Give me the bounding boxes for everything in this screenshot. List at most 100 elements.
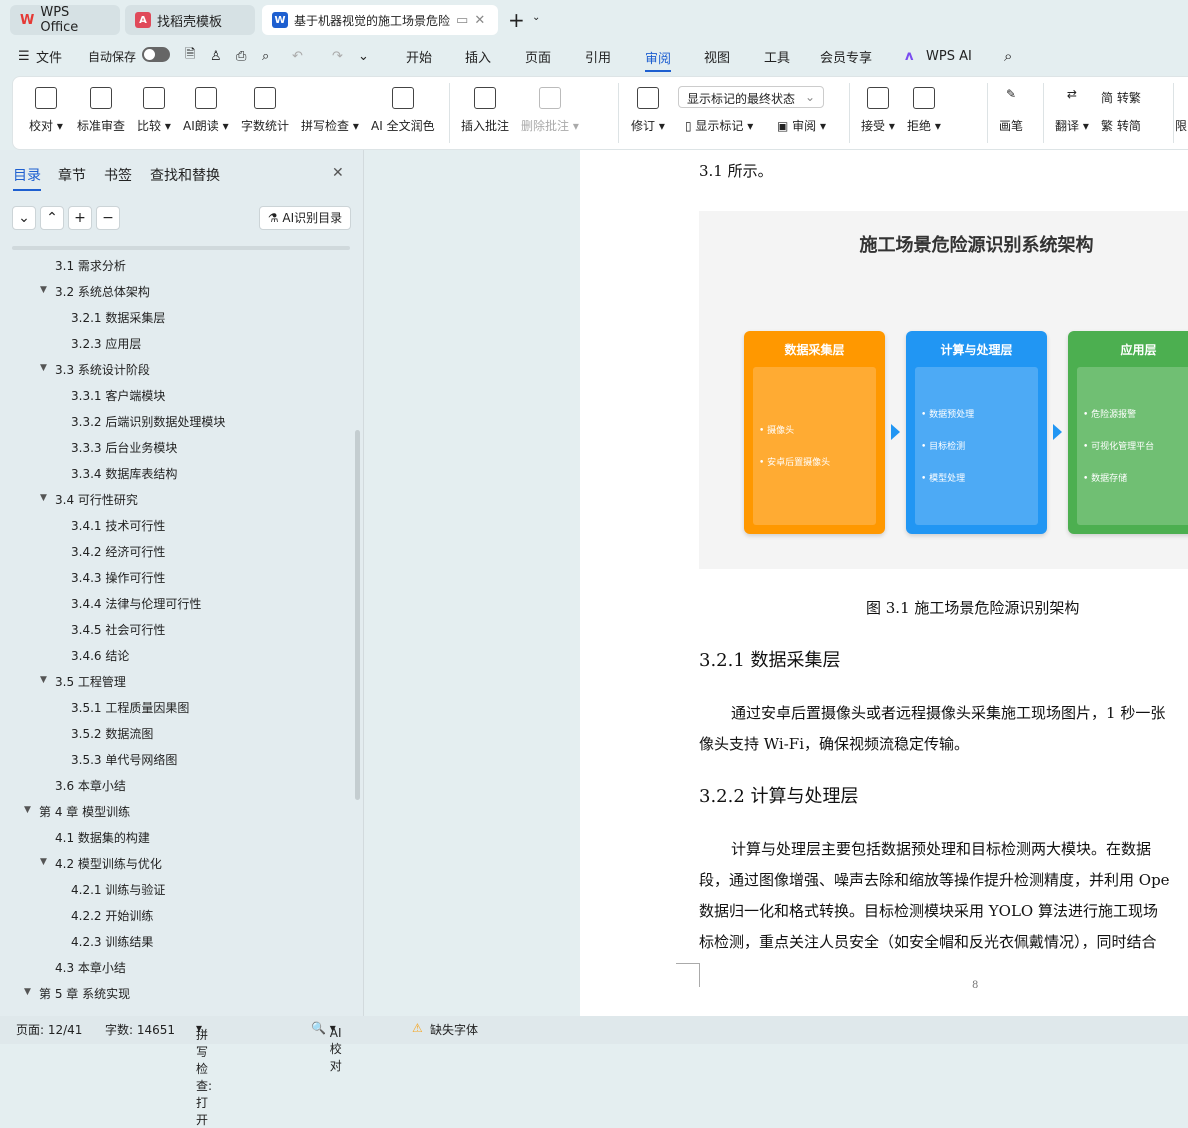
save-icon[interactable]: 🗎 [185, 45, 195, 67]
toc-item[interactable]: ▼ 第 4 章 模型训练 [24, 803, 130, 820]
spell-check-status[interactable]: 拼写检查: 打开 ▾ [196, 1021, 212, 1127]
toc-item[interactable]: 3.5.2 数据流图 [71, 725, 153, 742]
ai-polish-button[interactable]: AI 全文润色 [371, 87, 435, 134]
to-traditional-button[interactable]: 简 转繁 [1101, 89, 1141, 106]
collapse-up-button[interactable]: ⌃ [40, 206, 64, 230]
tab-wps-office[interactable]: W WPS Office [10, 5, 120, 35]
ai-read-button[interactable]: AI朗读 ▾ [183, 87, 229, 134]
menu-wps-ai[interactable]: WPS AI [926, 49, 972, 64]
menu-start[interactable]: 开始 [406, 47, 432, 66]
word-count-button[interactable]: 字数统计 [241, 87, 289, 134]
expand-arrow-icon[interactable]: ▼ [40, 363, 47, 373]
expand-arrow-icon[interactable]: ▼ [24, 805, 31, 815]
print-preview-icon[interactable]: ⌕ [262, 49, 269, 64]
expand-arrow-icon[interactable]: ▼ [40, 493, 47, 503]
toc-item[interactable]: 4.2.1 训练与验证 [71, 881, 165, 898]
toc-item[interactable]: 3.3.1 客户端模块 [71, 387, 165, 404]
ai-toc-button[interactable]: ⚗ AI识别目录 [259, 206, 351, 230]
tab-templates[interactable]: A 找稻壳模板 [125, 5, 255, 35]
spell-check-button[interactable]: 拼写检查 ▾ [301, 87, 359, 134]
proofread-button[interactable]: 校对 ▾ [29, 87, 63, 134]
chevron-down-icon[interactable]: ⌄ [532, 12, 540, 23]
tab-document[interactable]: W 基于机器视觉的施工场景危险 ▭ ✕ [262, 5, 498, 35]
toc-item[interactable]: 3.1 需求分析 [55, 257, 126, 274]
toc-item[interactable]: 4.1 数据集的构建 [55, 829, 150, 846]
tab-toc[interactable]: 目录 [13, 165, 41, 191]
ai-icon: ⚗ [267, 211, 279, 225]
search-icon[interactable]: ⌕ [1004, 47, 1012, 65]
print-icon[interactable]: ⎙ [236, 49, 246, 64]
toc-item[interactable]: ▼ 3.4 可行性研究 [40, 491, 138, 508]
format-painter-icon[interactable]: ♙ [210, 49, 222, 64]
reject-button[interactable]: 拒绝 ▾ [907, 87, 941, 134]
show-markup-button[interactable]: ▯ 显示标记 ▾ [685, 117, 753, 134]
page-indicator[interactable]: 页面: 12/41 [16, 1021, 82, 1038]
tab-chapters[interactable]: 章节 [58, 165, 86, 185]
menu-icon[interactable]: ☰ [18, 49, 30, 64]
remove-level-button[interactable]: − [96, 206, 120, 230]
review-pane-button[interactable]: ▣ 审阅 ▾ [777, 117, 826, 134]
expand-down-button[interactable]: ⌄ [12, 206, 36, 230]
expand-arrow-icon[interactable]: ▼ [40, 285, 47, 295]
toc-item[interactable]: 3.4.2 经济可行性 [71, 543, 165, 560]
toc-item[interactable]: 3.4.6 结论 [71, 647, 129, 664]
restrict-button[interactable]: 限 [1175, 117, 1187, 134]
toc-item[interactable]: ▼ 第 5 章 系统实现 [24, 985, 130, 1002]
toc-item[interactable]: 3.2.1 数据采集层 [71, 309, 165, 326]
word-count[interactable]: 字数: 14651 [105, 1021, 175, 1038]
accept-button[interactable]: 接受 ▾ [861, 87, 895, 134]
missing-font-status[interactable]: 缺失字体 [430, 1021, 478, 1038]
toc-item[interactable]: 4.2.2 开始训练 [71, 907, 153, 924]
toc-item[interactable]: ▼ 3.2 系统总体架构 [40, 283, 150, 300]
toc-item[interactable]: 4.3 本章小结 [55, 959, 126, 976]
tab-find-replace[interactable]: 查找和替换 [150, 165, 220, 185]
toc-item[interactable]: 3.4.4 法律与伦理可行性 [71, 595, 201, 612]
undo-icon[interactable]: ↶ [292, 49, 303, 64]
pen-button[interactable]: ✎ 画笔 [999, 87, 1023, 134]
menu-insert[interactable]: 插入 [465, 47, 491, 66]
menu-review[interactable]: 审阅 [645, 48, 672, 72]
redo-icon[interactable]: ↷ [332, 49, 343, 64]
to-simplified-button[interactable]: 繁 转简 [1101, 117, 1141, 134]
toc-item[interactable]: 3.4.1 技术可行性 [71, 517, 165, 534]
toc-item[interactable]: 3.2.3 应用层 [71, 335, 141, 352]
expand-arrow-icon[interactable]: ▼ [24, 987, 31, 997]
ai-proofread-status[interactable]: 🔍 AI 校对 ▾ [311, 1021, 342, 1073]
autosave-toggle[interactable] [142, 47, 170, 62]
expand-arrow-icon[interactable]: ▼ [40, 857, 47, 867]
track-changes-button[interactable]: 修订 ▾ [631, 87, 665, 134]
sidebar-scrollbar[interactable] [355, 430, 360, 800]
markup-state-select[interactable]: 显示标记的最终状态 ⌄ [678, 86, 824, 108]
toc-item[interactable]: ▼ 3.3 系统设计阶段 [40, 361, 150, 378]
file-menu[interactable]: 文件 [36, 47, 62, 66]
delete-comment-button[interactable]: 删除批注 ▾ [521, 87, 579, 134]
toc-item[interactable]: ▼ 4.2 模型训练与优化 [40, 855, 162, 872]
expand-arrow-icon[interactable]: ▼ [40, 675, 47, 685]
add-level-button[interactable]: + [68, 206, 92, 230]
new-tab-icon[interactable]: + [508, 8, 525, 32]
menu-view[interactable]: 视图 [704, 47, 730, 66]
compare-button[interactable]: 比较 ▾ [137, 87, 171, 134]
monitor-icon[interactable]: ▭ [456, 13, 468, 28]
standard-review-button[interactable]: 标准审查 [77, 87, 125, 134]
menu-tools[interactable]: 工具 [764, 47, 790, 66]
toc-item[interactable]: 3.5.3 单代号网络图 [71, 751, 177, 768]
toc-item[interactable]: 3.4.5 社会可行性 [71, 621, 165, 638]
translate-button[interactable]: ⇄ 翻译 ▾ [1055, 87, 1089, 134]
menu-page[interactable]: 页面 [525, 47, 551, 66]
menu-references[interactable]: 引用 [585, 47, 611, 66]
close-icon[interactable]: ✕ [332, 165, 344, 181]
toc-item[interactable]: ▼ 3.5 工程管理 [40, 673, 126, 690]
toc-item[interactable]: 3.4.3 操作可行性 [71, 569, 165, 586]
toc-item[interactable]: 3.3.2 后端识别数据处理模块 [71, 413, 225, 430]
toc-item[interactable]: 3.5.1 工程质量因果图 [71, 699, 189, 716]
toc-item[interactable]: 3.6 本章小结 [55, 777, 126, 794]
toc-item[interactable]: 3.3.3 后台业务模块 [71, 439, 177, 456]
toc-item[interactable]: 3.3.4 数据库表结构 [71, 465, 177, 482]
tab-bookmarks[interactable]: 书签 [104, 165, 132, 185]
more-chevron-icon[interactable]: ⌄ [358, 49, 369, 64]
close-tab-icon[interactable]: ✕ [474, 13, 485, 28]
toc-item[interactable]: 4.2.3 训练结果 [71, 933, 153, 950]
insert-comment-button[interactable]: 插入批注 [461, 87, 509, 134]
menu-membership[interactable]: 会员专享 [820, 47, 872, 66]
